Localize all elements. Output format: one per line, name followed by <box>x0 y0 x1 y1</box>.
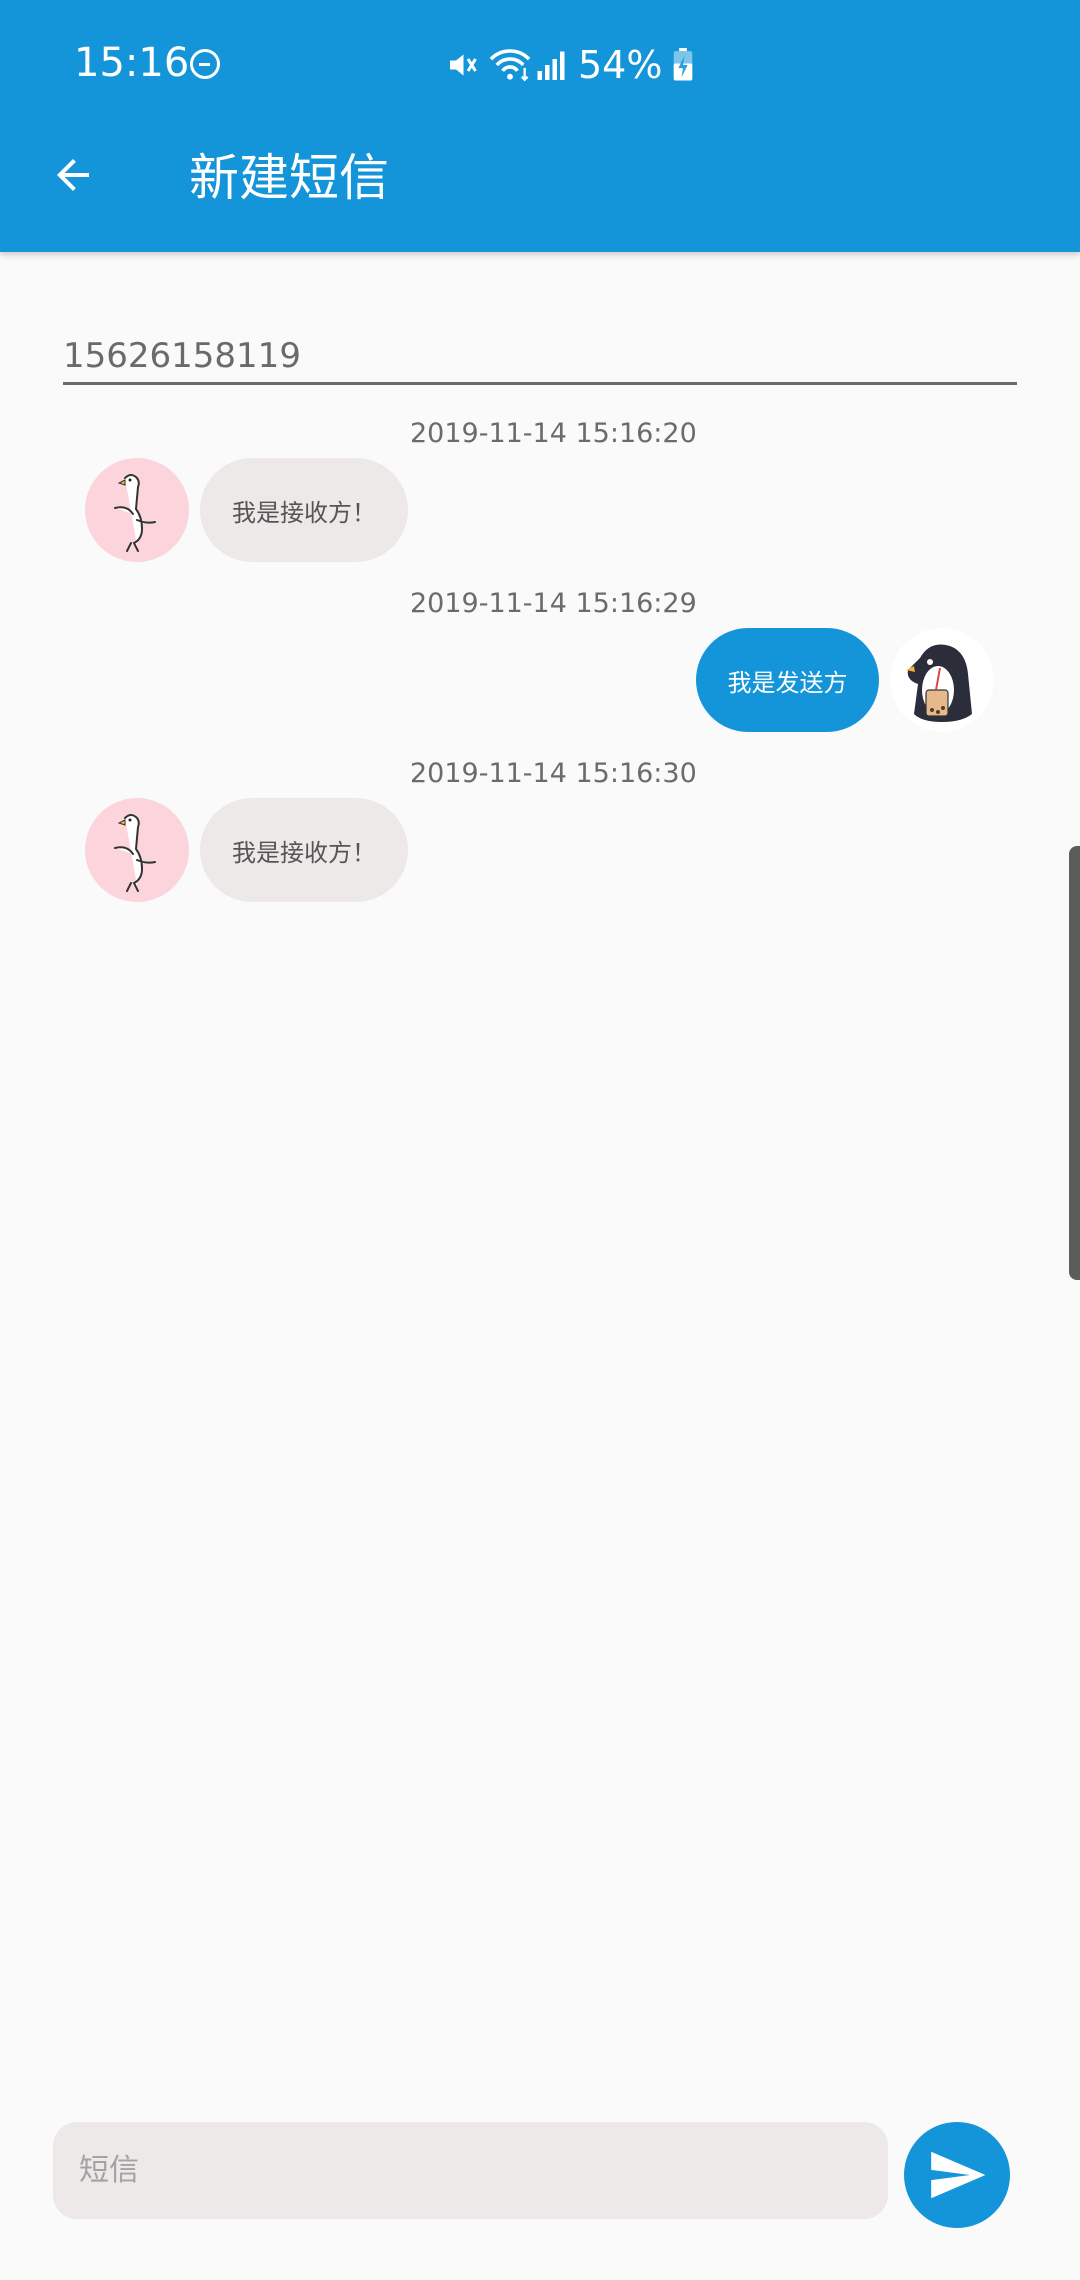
back-button[interactable] <box>40 142 106 208</box>
recipient-phone-input[interactable] <box>63 330 1017 385</box>
recipient-avatar <box>85 458 189 562</box>
sender-avatar <box>890 628 994 732</box>
send-icon <box>931 2151 986 2199</box>
arrow-left-icon <box>57 159 89 191</box>
status-time: 15:16 <box>74 40 190 86</box>
send-button[interactable] <box>904 2122 1010 2228</box>
page-title: 新建短信 <box>189 149 389 207</box>
message-text: 我是发送方 <box>727 668 848 697</box>
battery-charging-icon <box>674 48 693 81</box>
received-message-bubble: 我是接收方！ <box>200 458 408 562</box>
message-input[interactable] <box>53 2122 888 2219</box>
sent-message-bubble: 我是发送方 <box>696 628 879 732</box>
received-message-bubble: 我是接收方！ <box>200 798 408 902</box>
battery-percent: 54% <box>578 43 663 87</box>
penguin-icon <box>906 644 972 722</box>
duck-icon <box>114 814 156 892</box>
wifi-icon <box>489 49 531 82</box>
scrollbar-handle[interactable] <box>1069 846 1080 1280</box>
duck-icon <box>114 474 156 552</box>
do-not-disturb-icon <box>190 49 220 79</box>
message-text: 我是接收方！ <box>232 838 376 867</box>
message-text: 我是接收方！ <box>232 498 376 527</box>
message-timestamp: 2019-11-14 15:16:20 <box>410 418 697 449</box>
message-timestamp: 2019-11-14 15:16:29 <box>410 588 697 619</box>
recipient-avatar <box>85 798 189 902</box>
status-icons: 54% <box>444 40 694 90</box>
mute-icon <box>450 54 477 76</box>
message-timestamp: 2019-11-14 15:16:30 <box>410 758 697 789</box>
signal-icon <box>537 51 565 80</box>
app-header: 15:16 54% 新建短信 <box>0 0 1080 252</box>
